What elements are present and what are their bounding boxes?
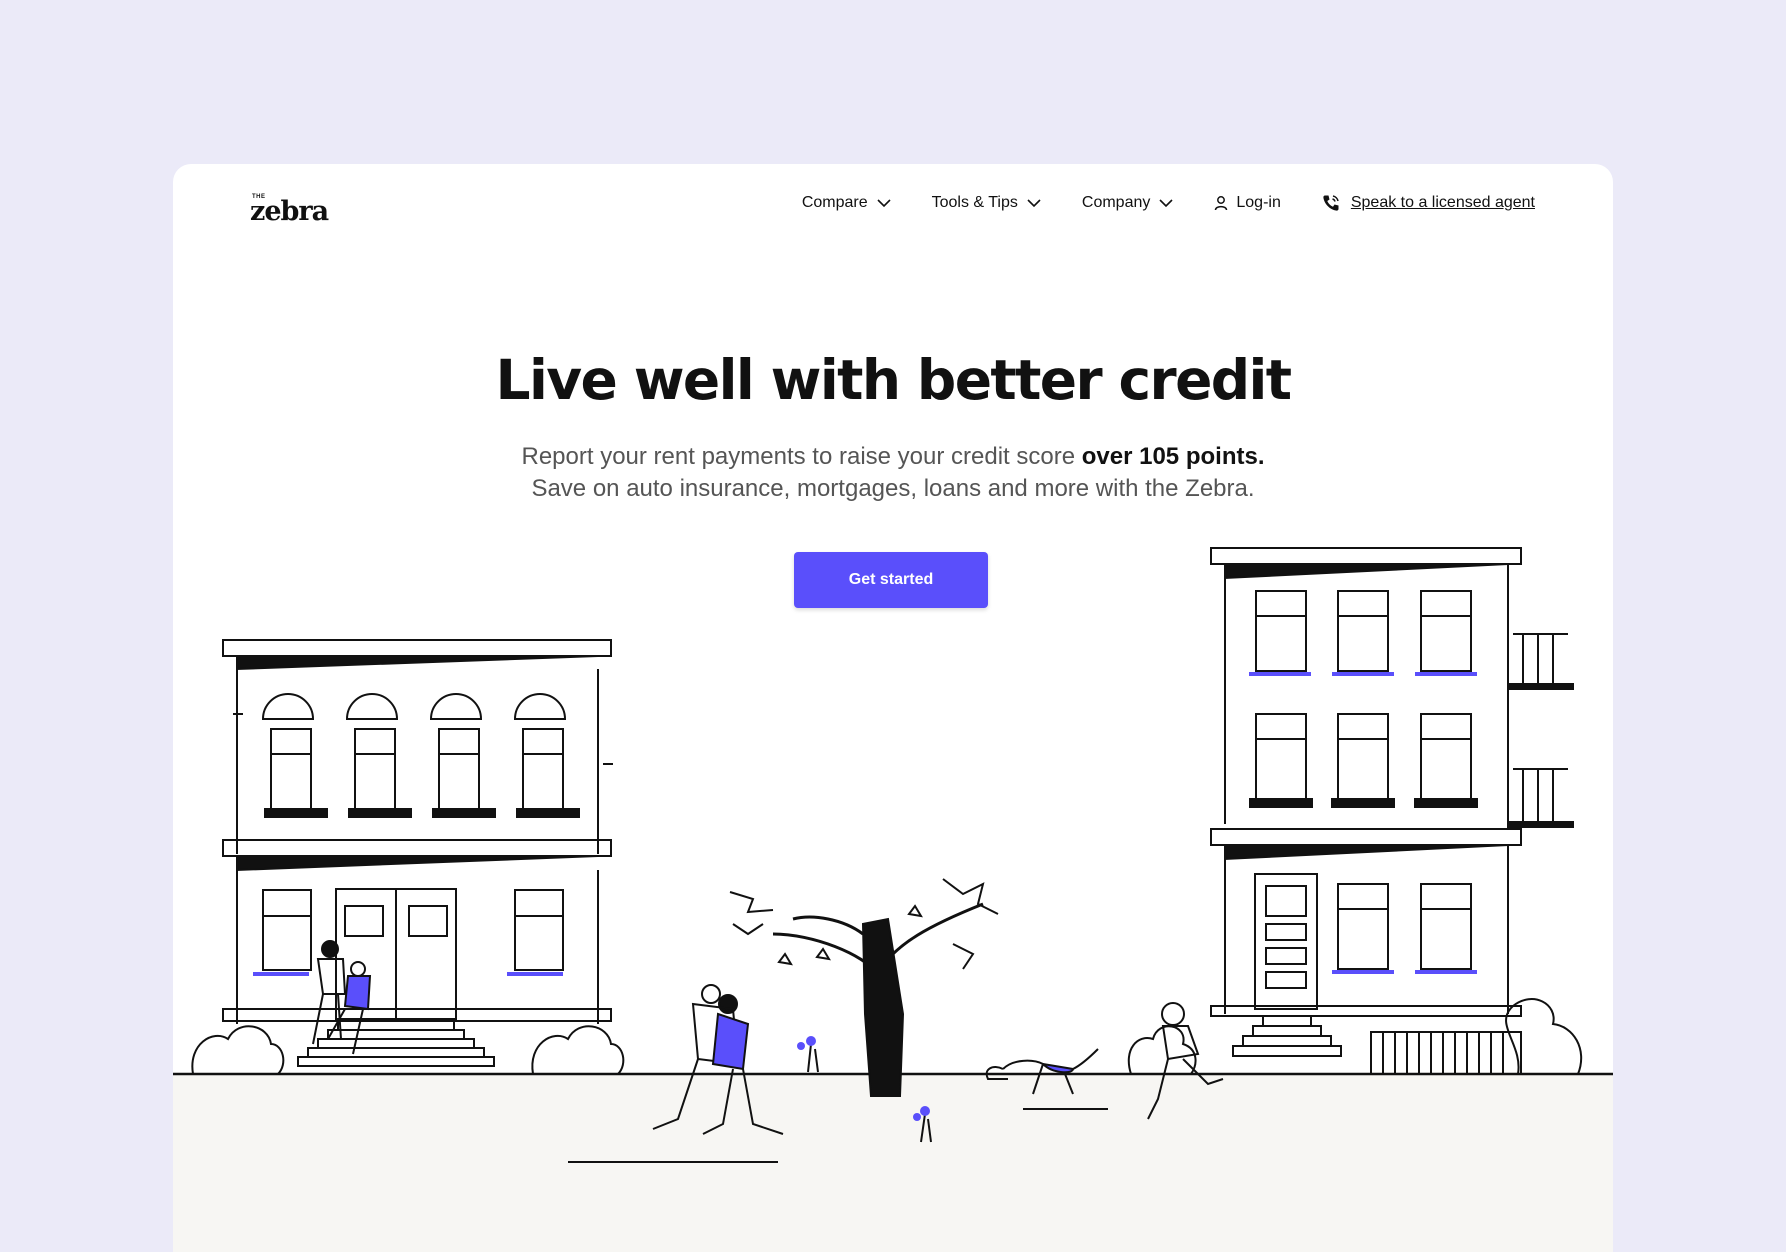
running-kid bbox=[1147, 1002, 1224, 1120]
landing-card: THE zebra Compare Tools & Tips Company L… bbox=[173, 164, 1613, 1252]
neighborhood-illustration bbox=[173, 547, 1613, 1163]
right-building bbox=[1127, 547, 1583, 1075]
tree bbox=[729, 878, 999, 1097]
running-dog bbox=[985, 1048, 1108, 1110]
people-couple-steps bbox=[312, 940, 372, 1055]
left-building bbox=[191, 639, 625, 1075]
